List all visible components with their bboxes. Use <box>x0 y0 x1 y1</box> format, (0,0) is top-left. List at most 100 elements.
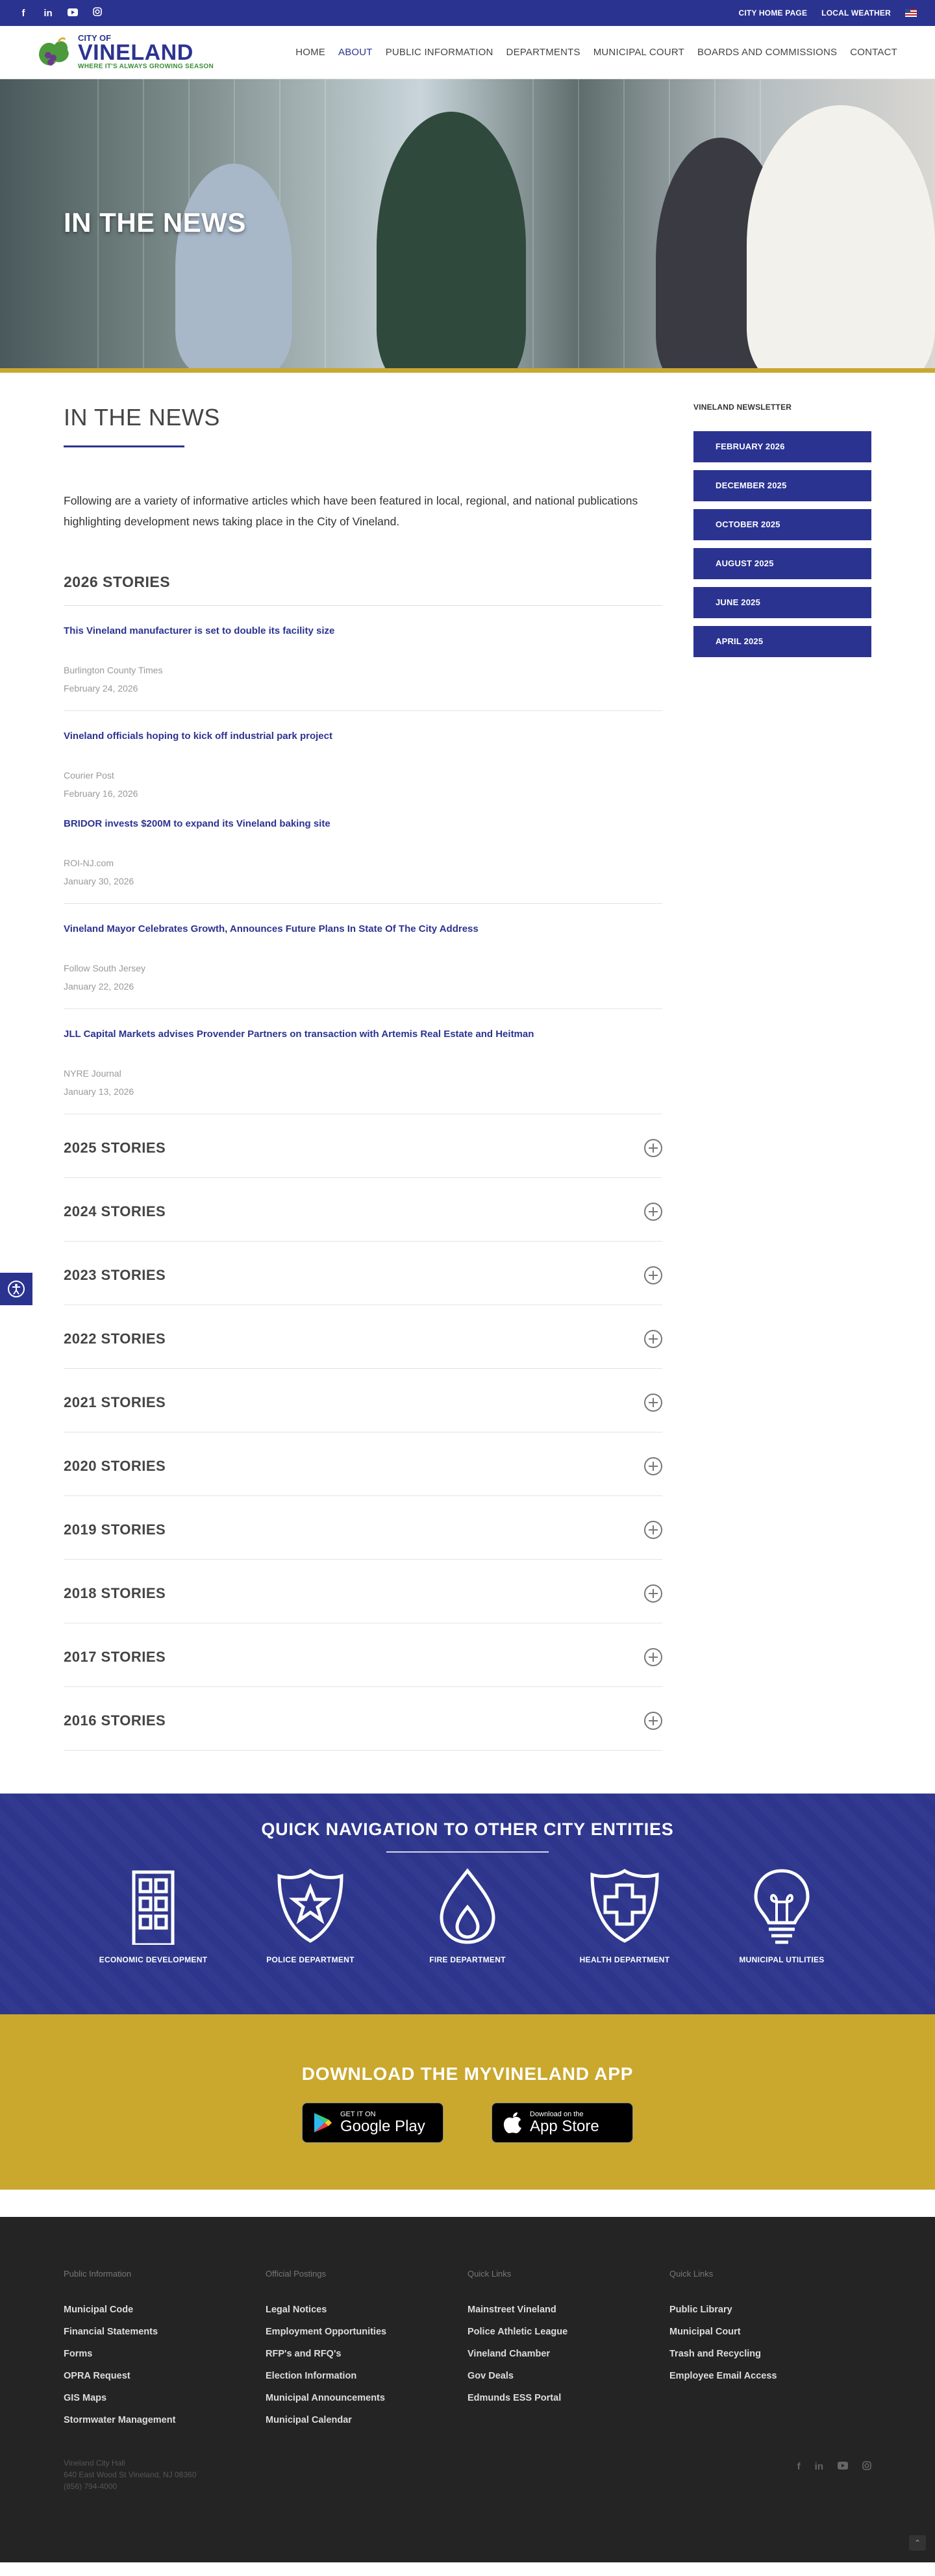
accessibility-button[interactable] <box>0 1273 32 1305</box>
accordion-title: 2018 STORIES <box>64 1584 166 1601</box>
footer-link[interactable]: Municipal Announcements <box>266 2393 468 2403</box>
expand-plus-icon[interactable] <box>644 1711 662 1730</box>
expand-plus-icon[interactable] <box>644 1202 662 1221</box>
nav-public-information[interactable]: PUBLIC INFORMATION <box>386 47 493 58</box>
story-link[interactable]: Vineland Mayor Celebrates Growth, Announ… <box>64 923 662 934</box>
instagram-icon[interactable] <box>92 7 103 19</box>
newsletter-button[interactable]: DECEMBER 2025 <box>693 470 871 501</box>
quick-nav-health[interactable]: HEALTH DEPARTMENT <box>546 1867 703 1964</box>
quick-nav-utilities[interactable]: MUNICIPAL UTILITIES <box>703 1867 860 1964</box>
quick-nav-police[interactable]: POLICE DEPARTMENT <box>232 1867 389 1964</box>
story-item: BRIDOR invests $200M to expand its Vinel… <box>64 799 662 904</box>
story-source: NYRE Journal <box>64 1068 121 1079</box>
city-logo[interactable]: CITY OF VINELAND WHERE IT'S ALWAYS GROWI… <box>32 34 214 71</box>
google-play-button[interactable]: GET IT ON Google Play <box>302 2103 443 2143</box>
linkedin-icon[interactable]: in <box>815 2461 823 2473</box>
footer-link[interactable]: Financial Statements <box>64 2327 266 2337</box>
nav-contact[interactable]: CONTACT <box>850 47 897 58</box>
accordion-2020[interactable]: 2020 STORIES <box>64 1432 662 1496</box>
accordion-2025[interactable]: 2025 STORIES <box>64 1114 662 1178</box>
story-link[interactable]: This Vineland manufacturer is set to dou… <box>64 625 662 636</box>
footer-link[interactable]: Municipal Court <box>669 2327 871 2337</box>
accordion-2024[interactable]: 2024 STORIES <box>64 1178 662 1242</box>
accordion-2021[interactable]: 2021 STORIES <box>64 1369 662 1432</box>
expand-plus-icon[interactable] <box>644 1584 662 1603</box>
city-home-link[interactable]: CITY HOME PAGE <box>738 8 807 18</box>
quick-nav-label: ECONOMIC DEVELOPMENT <box>99 1955 208 1964</box>
footer-link[interactable]: Mainstreet Vineland <box>468 2305 669 2315</box>
story-date: January 22, 2026 <box>64 981 134 992</box>
footer-link[interactable]: Public Library <box>669 2305 871 2315</box>
nav-about[interactable]: ABOUT <box>338 47 373 58</box>
expand-plus-icon[interactable] <box>644 1138 662 1157</box>
story-link[interactable]: BRIDOR invests $200M to expand its Vinel… <box>64 818 662 829</box>
accordion-2023[interactable]: 2023 STORIES <box>64 1242 662 1305</box>
footer-link[interactable]: Election Information <box>266 2371 468 2381</box>
newsletter-button[interactable]: OCTOBER 2025 <box>693 509 871 540</box>
expand-plus-icon[interactable] <box>644 1329 662 1348</box>
facebook-icon[interactable]: f <box>797 2461 801 2473</box>
accordion-title: 2021 STORIES <box>64 1394 166 1410</box>
accordion-title: 2023 STORIES <box>64 1266 166 1283</box>
nav-boards-commissions[interactable]: BOARDS AND COMMISSIONS <box>697 47 837 58</box>
newsletter-button[interactable]: APRIL 2025 <box>693 626 871 657</box>
footer-link[interactable]: RFP's and RFQ's <box>266 2349 468 2359</box>
quick-navigation: QUICK NAVIGATION TO OTHER CITY ENTITIES … <box>0 1794 935 2014</box>
footer-link[interactable]: Vineland Chamber <box>468 2349 669 2359</box>
nav-departments[interactable]: DEPARTMENTS <box>506 47 580 58</box>
youtube-icon[interactable] <box>68 8 78 19</box>
us-flag-icon[interactable] <box>905 9 917 17</box>
app-store-button[interactable]: Download on the App Store <box>492 2103 633 2143</box>
accordion-title: 2016 STORIES <box>64 1712 166 1729</box>
nav-home[interactable]: HOME <box>295 47 325 58</box>
footer-link[interactable]: Edmunds ESS Portal <box>468 2393 669 2403</box>
linkedin-icon[interactable]: in <box>43 8 53 19</box>
lightbulb-icon <box>754 1869 810 1944</box>
facebook-icon[interactable]: f <box>18 8 29 19</box>
accordion-2018[interactable]: 2018 STORIES <box>64 1560 662 1623</box>
hero-banner: IN THE NEWS <box>0 79 935 368</box>
quick-nav-underline <box>386 1851 549 1853</box>
expand-plus-icon[interactable] <box>644 1393 662 1412</box>
logo-title: VINELAND <box>78 40 193 65</box>
accordion-title: 2025 STORIES <box>64 1139 166 1156</box>
accordion-2017[interactable]: 2017 STORIES <box>64 1623 662 1687</box>
accordion-2019[interactable]: 2019 STORIES <box>64 1496 662 1560</box>
newsletter-button[interactable]: FEBRUARY 2026 <box>693 431 871 462</box>
footer-link[interactable]: Police Athletic League <box>468 2327 669 2337</box>
story-source: Courier Post <box>64 770 114 781</box>
story-date: February 16, 2026 <box>64 788 138 799</box>
footer-link[interactable]: Forms <box>64 2349 266 2359</box>
footer-link[interactable]: Legal Notices <box>266 2305 468 2315</box>
local-weather-link[interactable]: LOCAL WEATHER <box>821 8 891 18</box>
expand-plus-icon[interactable] <box>644 1457 662 1475</box>
youtube-icon[interactable] <box>838 2461 848 2473</box>
footer-link[interactable]: GIS Maps <box>64 2393 266 2403</box>
story-item: Vineland officials hoping to kick off in… <box>64 711 662 799</box>
footer-link[interactable]: Gov Deals <box>468 2371 669 2381</box>
story-link[interactable]: Vineland officials hoping to kick off in… <box>64 731 662 742</box>
quick-nav-economic-development[interactable]: ECONOMIC DEVELOPMENT <box>75 1867 232 1964</box>
story-link[interactable]: JLL Capital Markets advises Provender Pa… <box>64 1029 662 1040</box>
accordion-title: 2020 STORIES <box>64 1457 166 1474</box>
newsletter-button[interactable]: JUNE 2025 <box>693 587 871 618</box>
main-nav: HOME ABOUT PUBLIC INFORMATION DEPARTMENT… <box>295 47 897 58</box>
expand-plus-icon[interactable] <box>644 1647 662 1666</box>
footer-link[interactable]: Municipal Code <box>64 2305 266 2315</box>
accordion-2016[interactable]: 2016 STORIES <box>64 1687 662 1751</box>
footer-link[interactable]: Municipal Calendar <box>266 2415 468 2425</box>
newsletter-button[interactable]: AUGUST 2025 <box>693 548 871 579</box>
quick-nav-fire[interactable]: FIRE DEPARTMENT <box>389 1867 546 1964</box>
nav-municipal-court[interactable]: MUNICIPAL COURT <box>593 47 684 58</box>
instagram-icon[interactable] <box>862 2461 871 2473</box>
footer-link[interactable]: Trash and Recycling <box>669 2349 871 2359</box>
footer-link[interactable]: OPRA Request <box>64 2371 266 2381</box>
hero-person-far-right <box>747 105 935 368</box>
footer-link[interactable]: Employee Email Access <box>669 2371 871 2381</box>
footer-link[interactable]: Stormwater Management <box>64 2415 266 2425</box>
accordion-2022[interactable]: 2022 STORIES <box>64 1305 662 1369</box>
footer-link[interactable]: Employment Opportunities <box>266 2327 468 2337</box>
expand-plus-icon[interactable] <box>644 1520 662 1539</box>
back-to-top-button[interactable]: ⌃ <box>909 2535 926 2551</box>
expand-plus-icon[interactable] <box>644 1266 662 1284</box>
